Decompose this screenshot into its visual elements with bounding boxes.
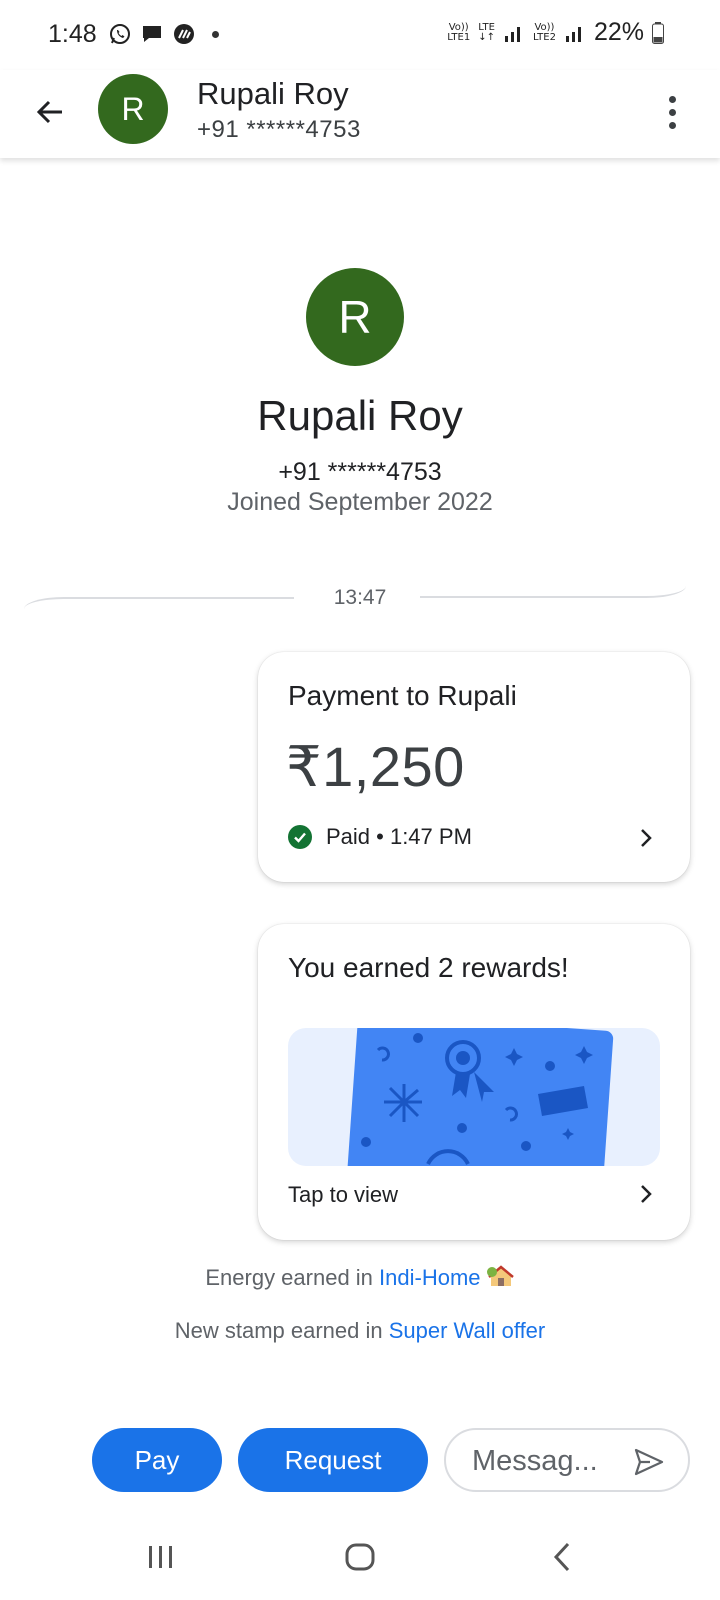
status-right: Vo)) LTE1 LTE ↓↑ Vo)) LTE2 22% xyxy=(447,18,664,47)
indi-home-link[interactable]: Indi-Home xyxy=(379,1265,480,1290)
message-icon xyxy=(143,26,161,42)
more-options-button[interactable] xyxy=(662,92,682,132)
payment-status-text: Paid • 1:47 PM xyxy=(326,824,472,849)
signal-bars-icon xyxy=(504,26,520,42)
battery-percent: 22% xyxy=(593,18,644,46)
sim2-volte-indicator: Vo)) LTE2 xyxy=(532,21,556,43)
payment-card[interactable]: Payment to Rupali ₹1,250 Paid • 1:47 PM xyxy=(258,652,690,882)
signal-bars-icon xyxy=(565,26,581,42)
battery-icon xyxy=(652,21,664,44)
check-circle-icon xyxy=(288,825,312,849)
rewards-card[interactable]: You earned 2 rewards! Tap to view xyxy=(258,924,690,1240)
status-time: 1:48 xyxy=(48,20,97,48)
pay-button[interactable]: Pay xyxy=(92,1428,222,1492)
contact-avatar[interactable]: R xyxy=(98,74,168,144)
nav-back-icon[interactable] xyxy=(550,1540,576,1574)
phone-screen: 1:48 Vo)) LTE1 LTE ↓↑ Vo)) LTE2 22% R Ru… xyxy=(0,0,720,1600)
profile-name: Rupali Roy xyxy=(257,392,463,439)
more-notifications-dot xyxy=(212,30,219,38)
recents-icon[interactable] xyxy=(145,1540,177,1574)
chevron-right-icon xyxy=(641,829,652,847)
status-bar: 1:48 Vo)) LTE1 LTE ↓↑ Vo)) LTE2 22% xyxy=(0,0,720,70)
house-emoji-icon xyxy=(486,1265,514,1286)
scratch-card-illustration xyxy=(346,1028,614,1166)
lte-data-indicator: LTE ↓↑ xyxy=(478,21,495,43)
send-icon[interactable] xyxy=(634,1448,664,1476)
conversation-header: R Rupali Roy +91 ******4753 xyxy=(0,70,720,158)
sim1-volte-indicator: Vo)) LTE1 xyxy=(447,21,471,43)
message-placeholder: Messag... xyxy=(472,1445,598,1477)
profile-avatar: R xyxy=(306,268,404,366)
payment-title: Payment to Rupali xyxy=(288,680,517,711)
rewards-tap-to-view: Tap to view xyxy=(288,1182,399,1207)
app-notification-icon xyxy=(174,24,194,44)
contact-name[interactable]: Rupali Roy xyxy=(197,76,349,112)
rewards-title: You earned 2 rewards! xyxy=(288,952,569,983)
more-vert-icon xyxy=(668,95,676,103)
arrow-back-icon xyxy=(36,100,62,124)
payment-status: Paid • 1:47 PM xyxy=(288,824,472,850)
energy-earned-line: Energy earned in Indi-Home xyxy=(0,1264,720,1291)
profile-joined-date: Joined September 2022 xyxy=(227,488,493,516)
system-nav-bar xyxy=(0,1540,720,1600)
back-button[interactable] xyxy=(28,90,72,134)
notification-icons xyxy=(108,22,219,46)
whatsapp-icon xyxy=(110,24,130,44)
home-icon[interactable] xyxy=(344,1540,376,1574)
request-button[interactable]: Request xyxy=(238,1428,428,1492)
super-wall-offer-link[interactable]: Super Wall offer xyxy=(389,1318,546,1343)
message-timestamp: 13:47 xyxy=(333,586,387,609)
reward-scratch-card-image[interactable] xyxy=(288,1028,660,1166)
chevron-right-icon xyxy=(641,1185,652,1203)
profile-phone: +91 ******4753 xyxy=(278,458,442,486)
contact-phone: +91 ******4753 xyxy=(197,116,361,143)
payment-amount: ₹1,250 xyxy=(286,735,465,798)
stamp-earned-line: New stamp earned in Super Wall offer xyxy=(174,1318,546,1343)
message-input[interactable]: Messag... xyxy=(444,1428,690,1492)
